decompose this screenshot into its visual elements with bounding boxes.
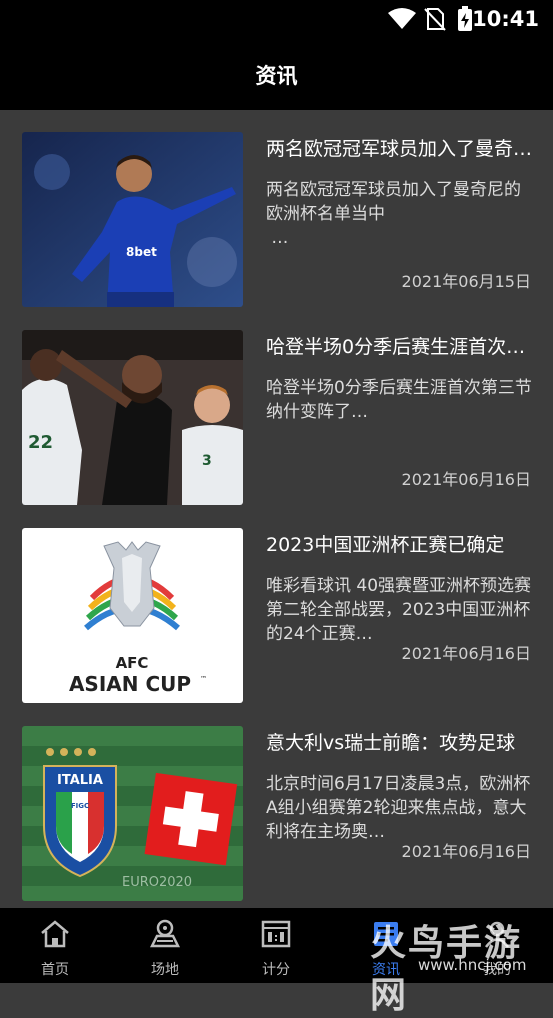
svg-text:22: 22 (28, 432, 53, 453)
svg-text:™: ™ (200, 675, 207, 683)
app-header: 资讯 (0, 38, 553, 110)
tab-label: 我的 (483, 962, 511, 978)
news-item[interactable]: 8bet 两名欧冠冠军球员加入了曼奇尼的欧洲杯名单当中 两名欧冠冠军球员加入了曼… (0, 110, 553, 308)
news-date: 2021年06月15日 (401, 272, 531, 291)
news-thumbnail-basketball: 22 3 (22, 330, 243, 505)
news-title[interactable]: 两名欧冠冠军球员加入了曼奇尼的欧洲杯名单当中 (266, 136, 534, 162)
news-thumbnail-italy-swiss: ITALIA FIGC EURO2020 (22, 726, 243, 901)
svg-text:ASIAN CUP: ASIAN CUP (69, 672, 191, 696)
news-item[interactable]: 22 3 哈登半场0分季后赛生涯首次第三节纳什变阵了 哈登半场0分季后赛生涯首次… (0, 308, 553, 506)
scoreboard-icon (261, 920, 291, 948)
news-thumbnail-asian-cup: AFC ASIAN CUP ™ (22, 528, 243, 703)
tab-news[interactable]: 资讯 (331, 908, 441, 983)
svg-text:8bet: 8bet (126, 245, 157, 259)
tab-profile[interactable]: 我的 (442, 908, 552, 983)
news-date: 2021年06月16日 (401, 842, 531, 861)
tab-label: 资讯 (372, 962, 400, 978)
tab-label: 场地 (151, 962, 179, 978)
status-time: 10:41 (472, 7, 539, 31)
tab-label: 计分 (262, 962, 290, 978)
news-title[interactable]: 意大利vs瑞士前瞻：攻势足球 (266, 730, 534, 756)
svg-text:3: 3 (202, 453, 212, 469)
news-date: 2021年06月16日 (401, 644, 531, 663)
news-summary: 唯彩看球讯 40强赛暨亚洲杯预选赛第二轮全部战罢，2023中国亚洲杯的24个正赛… (266, 576, 532, 644)
news-item[interactable]: ITALIA FIGC EURO2020 意大利vs瑞士前瞻：攻势足球 北京时间… (0, 704, 553, 902)
tab-score[interactable]: 计分 (221, 908, 331, 983)
profile-icon (484, 921, 510, 948)
news-title[interactable]: 2023中国亚洲杯正赛已确定 (266, 532, 534, 558)
news-summary: 北京时间6月17日凌晨3点，欧洲杯A组小组赛第2轮迎来焦点战，意大利将在主场奥… (266, 774, 531, 842)
stadium-icon (149, 919, 181, 948)
tab-label: 首页 (41, 962, 69, 978)
news-thumbnail-player: 8bet (22, 132, 243, 307)
news-icon (374, 922, 398, 946)
page-title: 资讯 (255, 64, 298, 88)
news-summary: 两名欧冠冠军球员加入了曼奇尼的欧洲杯名单当中 … (266, 180, 521, 248)
svg-text:ITALIA: ITALIA (57, 773, 103, 788)
svg-text:FIGC: FIGC (71, 802, 89, 810)
wifi-icon (388, 8, 416, 29)
news-summary: 哈登半场0分季后赛生涯首次第三节纳什变阵了… (266, 378, 532, 422)
tab-venue[interactable]: 场地 (110, 908, 220, 983)
bottom-tab-bar: 首页 场地 计分 资讯 我的 (0, 908, 553, 983)
tab-home[interactable]: 首页 (0, 908, 110, 983)
status-bar: 10:41 (0, 0, 553, 38)
news-title[interactable]: 哈登半场0分季后赛生涯首次第三节纳什变阵了 (266, 334, 534, 360)
svg-text:EURO2020: EURO2020 (122, 875, 192, 890)
news-item[interactable]: AFC ASIAN CUP ™ 2023中国亚洲杯正赛已确定 唯彩看球讯 40强… (0, 506, 553, 704)
home-icon (41, 920, 69, 948)
svg-text:AFC: AFC (116, 654, 149, 672)
news-list[interactable]: 8bet 两名欧冠冠军球员加入了曼奇尼的欧洲杯名单当中 两名欧冠冠军球员加入了曼… (0, 110, 553, 902)
news-date: 2021年06月16日 (401, 470, 531, 489)
no-sim-icon (424, 8, 446, 31)
